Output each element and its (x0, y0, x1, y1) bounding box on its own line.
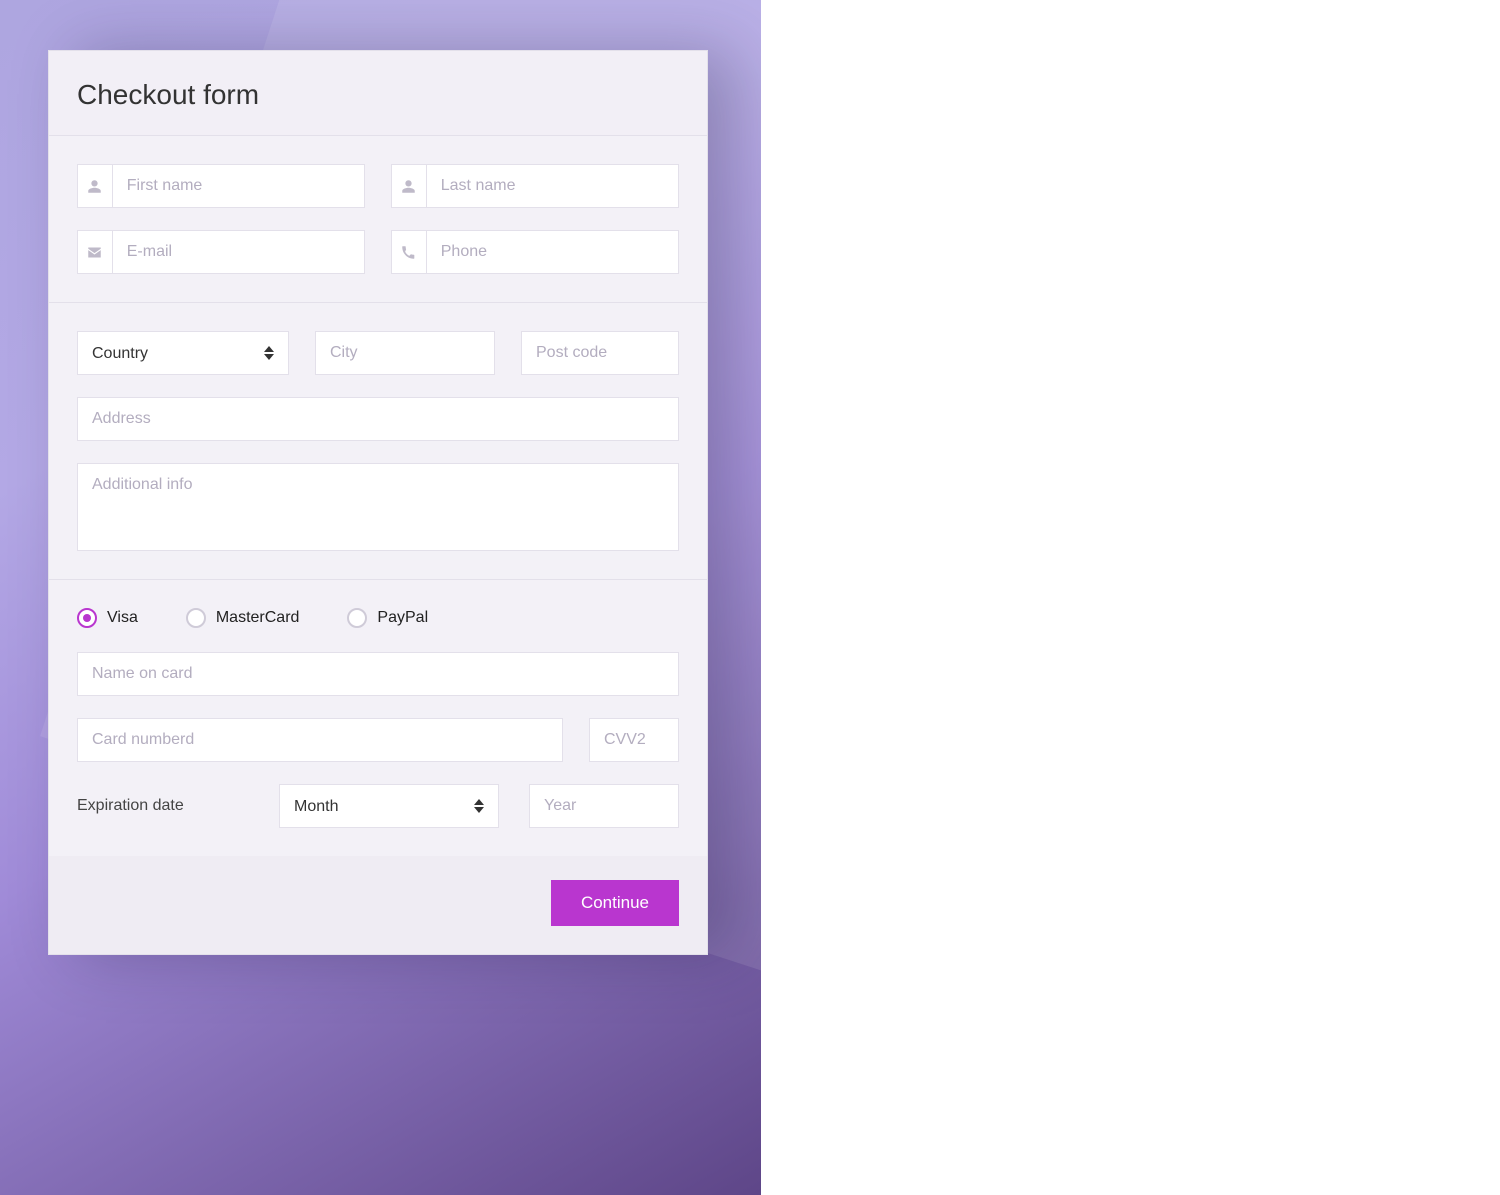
page-title: Checkout form (77, 79, 679, 111)
phone-group (391, 230, 679, 274)
card-number-input[interactable] (77, 718, 563, 762)
section-address: Country (49, 303, 707, 580)
checkout-card: Checkout form (48, 50, 708, 955)
city-input[interactable] (315, 331, 495, 375)
email-input[interactable] (113, 231, 364, 273)
first-name-group (77, 164, 365, 208)
first-name-input[interactable] (113, 165, 364, 207)
postcode-input[interactable] (521, 331, 679, 375)
phone-input[interactable] (427, 231, 678, 273)
country-select-wrap: Country (77, 331, 289, 375)
radio-visa[interactable]: Visa (77, 608, 138, 628)
cvv-input[interactable] (589, 718, 679, 762)
name-on-card-input[interactable] (77, 652, 679, 696)
radio-label: Visa (107, 609, 138, 627)
email-group (77, 230, 365, 274)
section-payment: Visa MasterCard PayPal Expiration (49, 580, 707, 856)
last-name-group (391, 164, 679, 208)
country-select[interactable]: Country (78, 332, 288, 374)
month-select[interactable]: Month (280, 785, 498, 827)
address-input[interactable] (77, 397, 679, 441)
payment-method-radios: Visa MasterCard PayPal (77, 608, 679, 628)
card-header: Checkout form (49, 51, 707, 136)
additional-info-textarea[interactable] (77, 463, 679, 551)
year-input[interactable] (529, 784, 679, 828)
phone-icon (392, 231, 427, 273)
radio-paypal[interactable]: PayPal (347, 608, 428, 628)
radio-label: PayPal (377, 609, 428, 627)
user-icon (78, 165, 113, 207)
radio-mastercard[interactable]: MasterCard (186, 608, 300, 628)
radio-dot-icon (186, 608, 206, 628)
continue-button[interactable]: Continue (551, 880, 679, 926)
radio-label: MasterCard (216, 609, 300, 627)
expiration-label: Expiration date (77, 797, 249, 815)
radio-dot-icon (347, 608, 367, 628)
month-select-wrap: Month (279, 784, 499, 828)
last-name-input[interactable] (427, 165, 678, 207)
card-footer: Continue (49, 856, 707, 954)
radio-dot-icon (77, 608, 97, 628)
user-icon (392, 165, 427, 207)
section-personal (49, 136, 707, 303)
envelope-icon (78, 231, 113, 273)
